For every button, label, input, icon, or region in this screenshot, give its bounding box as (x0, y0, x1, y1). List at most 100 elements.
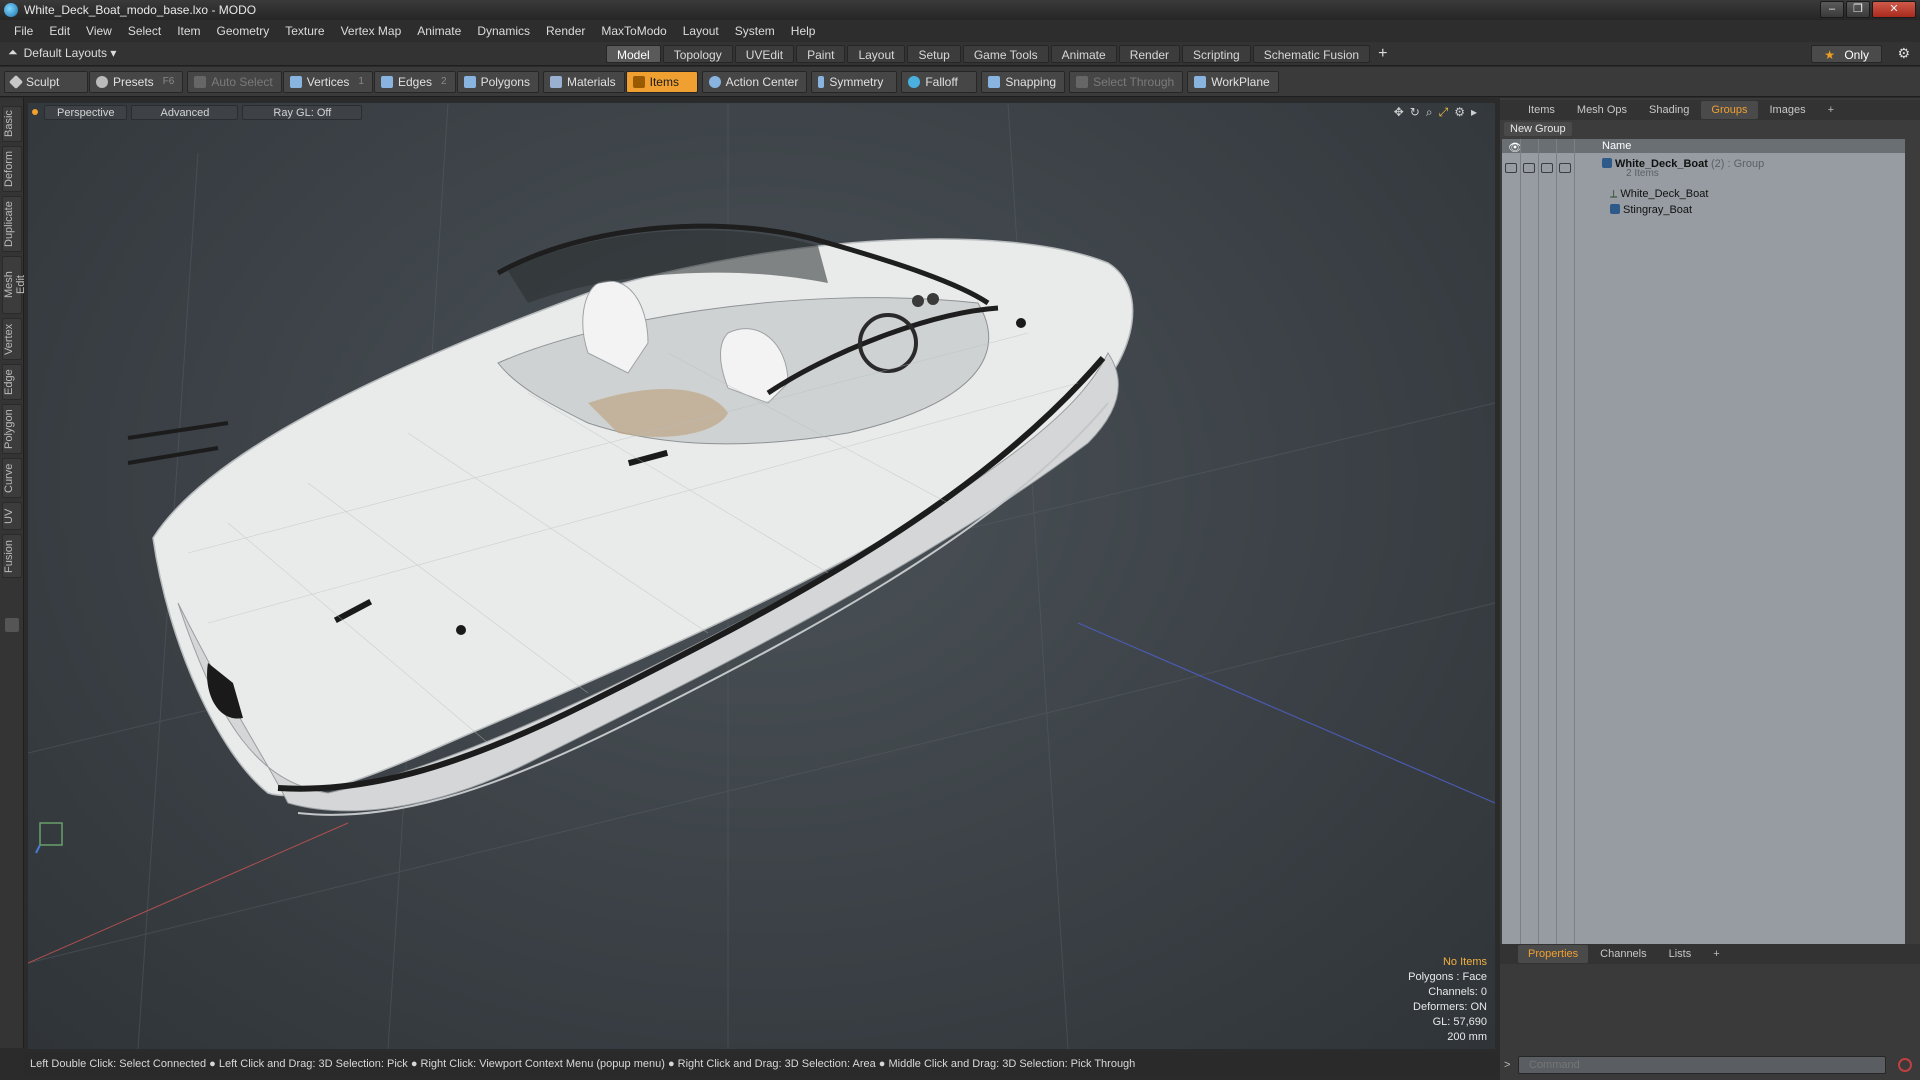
menu-file[interactable]: File (6, 20, 41, 42)
menu-item[interactable]: Item (169, 20, 208, 42)
render-toggle-icon[interactable] (1559, 163, 1571, 173)
workplane-button[interactable]: WorkPlane (1187, 70, 1279, 93)
select-through-button[interactable]: Select Through (1069, 70, 1184, 93)
vertices-shortcut: 1 (358, 75, 364, 87)
left-tab-mesh-edit[interactable]: Mesh Edit (2, 256, 27, 314)
groups-list[interactable]: 👁 Name White_Deck_Boat (2) : Group 2 Ite… (1502, 139, 1905, 953)
tab-items[interactable]: Items (1518, 101, 1565, 119)
tab-game-tools[interactable]: Game Tools (962, 45, 1049, 63)
default-layouts-dropdown[interactable]: ⏶ Default Layouts ▾ (8, 45, 116, 60)
viewport-menu-icon[interactable] (32, 109, 38, 115)
tab-layout[interactable]: Layout (847, 45, 906, 63)
tab-groups[interactable]: Groups (1701, 101, 1758, 119)
left-tab-vertex[interactable]: Vertex (2, 318, 22, 360)
lock-icon[interactable] (1523, 163, 1535, 173)
tab-channels[interactable]: Channels (1590, 945, 1656, 963)
tab-topology[interactable]: Topology (662, 45, 733, 63)
zoom-icon[interactable]: ⌕ (1426, 105, 1433, 120)
menu-vertex-map[interactable]: Vertex Map (333, 20, 410, 42)
menu-texture[interactable]: Texture (277, 20, 332, 42)
gear-icon[interactable]: ⚙ (1897, 45, 1910, 62)
menu-select[interactable]: Select (120, 20, 169, 42)
menu-help[interactable]: Help (783, 20, 824, 42)
record-icon[interactable] (1898, 1058, 1912, 1072)
title-bar: White_Deck_Boat_modo_base.lxo - MODO – ❐… (0, 0, 1920, 20)
tab-uvedit[interactable]: UVEdit (734, 45, 795, 63)
maximize-viewport-icon[interactable]: ⤢ (1439, 105, 1449, 120)
eye-icon[interactable] (1505, 163, 1517, 173)
axis-gizmo (35, 822, 63, 854)
tab-shading[interactable]: Shading (1639, 101, 1699, 119)
tab-model[interactable]: Model (606, 45, 661, 63)
menu-layout[interactable]: Layout (675, 20, 727, 42)
rotate-icon[interactable]: ↻ (1410, 105, 1420, 120)
tab-animate[interactable]: Animate (1050, 45, 1117, 63)
raygl-dropdown[interactable]: Ray GL: Off (242, 104, 363, 120)
add-panel-tab-button[interactable]: + (1818, 101, 1844, 119)
menu-geometry[interactable]: Geometry (209, 20, 278, 42)
menu-maxtomodo[interactable]: MaxToModo (593, 20, 674, 42)
left-tab-fusion[interactable]: Fusion (2, 534, 22, 578)
menu-view[interactable]: View (78, 20, 120, 42)
tab-schematic-fusion[interactable]: Schematic Fusion (1252, 45, 1371, 63)
select-toggle-icon[interactable] (1541, 163, 1553, 173)
auto-select-button[interactable]: Auto Select (187, 70, 282, 93)
tab-lists[interactable]: Lists (1659, 945, 1702, 963)
tab-setup[interactable]: Setup (907, 45, 961, 63)
viewport-settings-icon[interactable]: ⚙ (1454, 105, 1465, 120)
snapping-button[interactable]: Snapping (981, 70, 1066, 93)
symmetry-button[interactable]: Symmetry (811, 70, 898, 93)
tab-paint[interactable]: Paint (796, 45, 846, 63)
sculpt-button[interactable]: Sculpt (4, 70, 88, 93)
snapping-label: Snapping (1005, 74, 1057, 89)
group-icon (1602, 158, 1612, 168)
auto-select-label: Auto Select (211, 74, 273, 89)
only-button[interactable]: ★ Only (1811, 45, 1882, 63)
materials-button[interactable]: Materials (542, 70, 625, 93)
workplane-label: WorkPlane (1211, 74, 1270, 89)
name-column-header[interactable]: Name (1602, 139, 1631, 153)
left-tab-duplicate[interactable]: Duplicate (2, 196, 22, 252)
items-button[interactable]: Items (625, 70, 698, 93)
tab-properties[interactable]: Properties (1518, 945, 1589, 963)
action-center-button[interactable]: Action Center (701, 70, 808, 93)
polygons-button[interactable]: Polygons (456, 70, 539, 93)
add-tab-button[interactable]: + (1372, 45, 1393, 63)
advanced-dropdown[interactable]: Advanced (131, 104, 239, 120)
vertices-button[interactable]: Vertices 1 (282, 70, 373, 93)
add-bottom-tab-button[interactable]: + (1703, 945, 1729, 963)
presets-button[interactable]: Presets F6 (89, 70, 184, 93)
group-row-root[interactable]: White_Deck_Boat (2) : Group 2 Items (1502, 155, 1905, 183)
boat-3d-render (28, 103, 1495, 1049)
left-tab-deform[interactable]: Deform (2, 146, 22, 192)
menu-dynamics[interactable]: Dynamics (469, 20, 538, 42)
tab-mesh-ops[interactable]: Mesh Ops (1567, 101, 1637, 119)
falloff-button[interactable]: Falloff (901, 70, 978, 93)
edges-button[interactable]: Edges 2 (373, 70, 456, 93)
left-tab-curve[interactable]: Curve (2, 458, 22, 498)
left-tab-edge[interactable]: Edge (2, 364, 22, 400)
menu-animate[interactable]: Animate (409, 20, 469, 42)
menu-edit[interactable]: Edit (41, 20, 78, 42)
minimize-button[interactable]: – (1820, 1, 1844, 18)
close-button[interactable]: ✕ (1872, 1, 1916, 18)
left-tab-basic[interactable]: Basic (2, 106, 22, 142)
gauge-1 (912, 295, 924, 307)
menu-system[interactable]: System (727, 20, 783, 42)
left-tab-polygon[interactable]: Polygon (2, 404, 22, 454)
3d-viewport[interactable]: Perspective Advanced Ray GL: Off ✥ ↻ ⌕ ⤢… (28, 103, 1495, 1049)
command-input[interactable] (1518, 1056, 1886, 1074)
pan-icon[interactable]: ✥ (1394, 105, 1404, 120)
group-row-child[interactable]: Stingray_Boat (1502, 201, 1905, 219)
tab-scripting[interactable]: Scripting (1182, 45, 1251, 63)
left-panel-toggle-icon[interactable] (5, 618, 19, 632)
left-tab-uv[interactable]: UV (2, 502, 22, 530)
perspective-dropdown[interactable]: Perspective (44, 104, 128, 120)
viewport-expand-icon[interactable]: ▸ (1471, 105, 1477, 120)
maximize-button[interactable]: ❐ (1846, 1, 1870, 18)
tab-render[interactable]: Render (1118, 45, 1181, 63)
menu-render[interactable]: Render (538, 20, 593, 42)
tab-images[interactable]: Images (1760, 101, 1816, 119)
new-group-button[interactable]: New Group (1504, 122, 1572, 136)
groups-list-header: 👁 Name (1502, 139, 1905, 154)
